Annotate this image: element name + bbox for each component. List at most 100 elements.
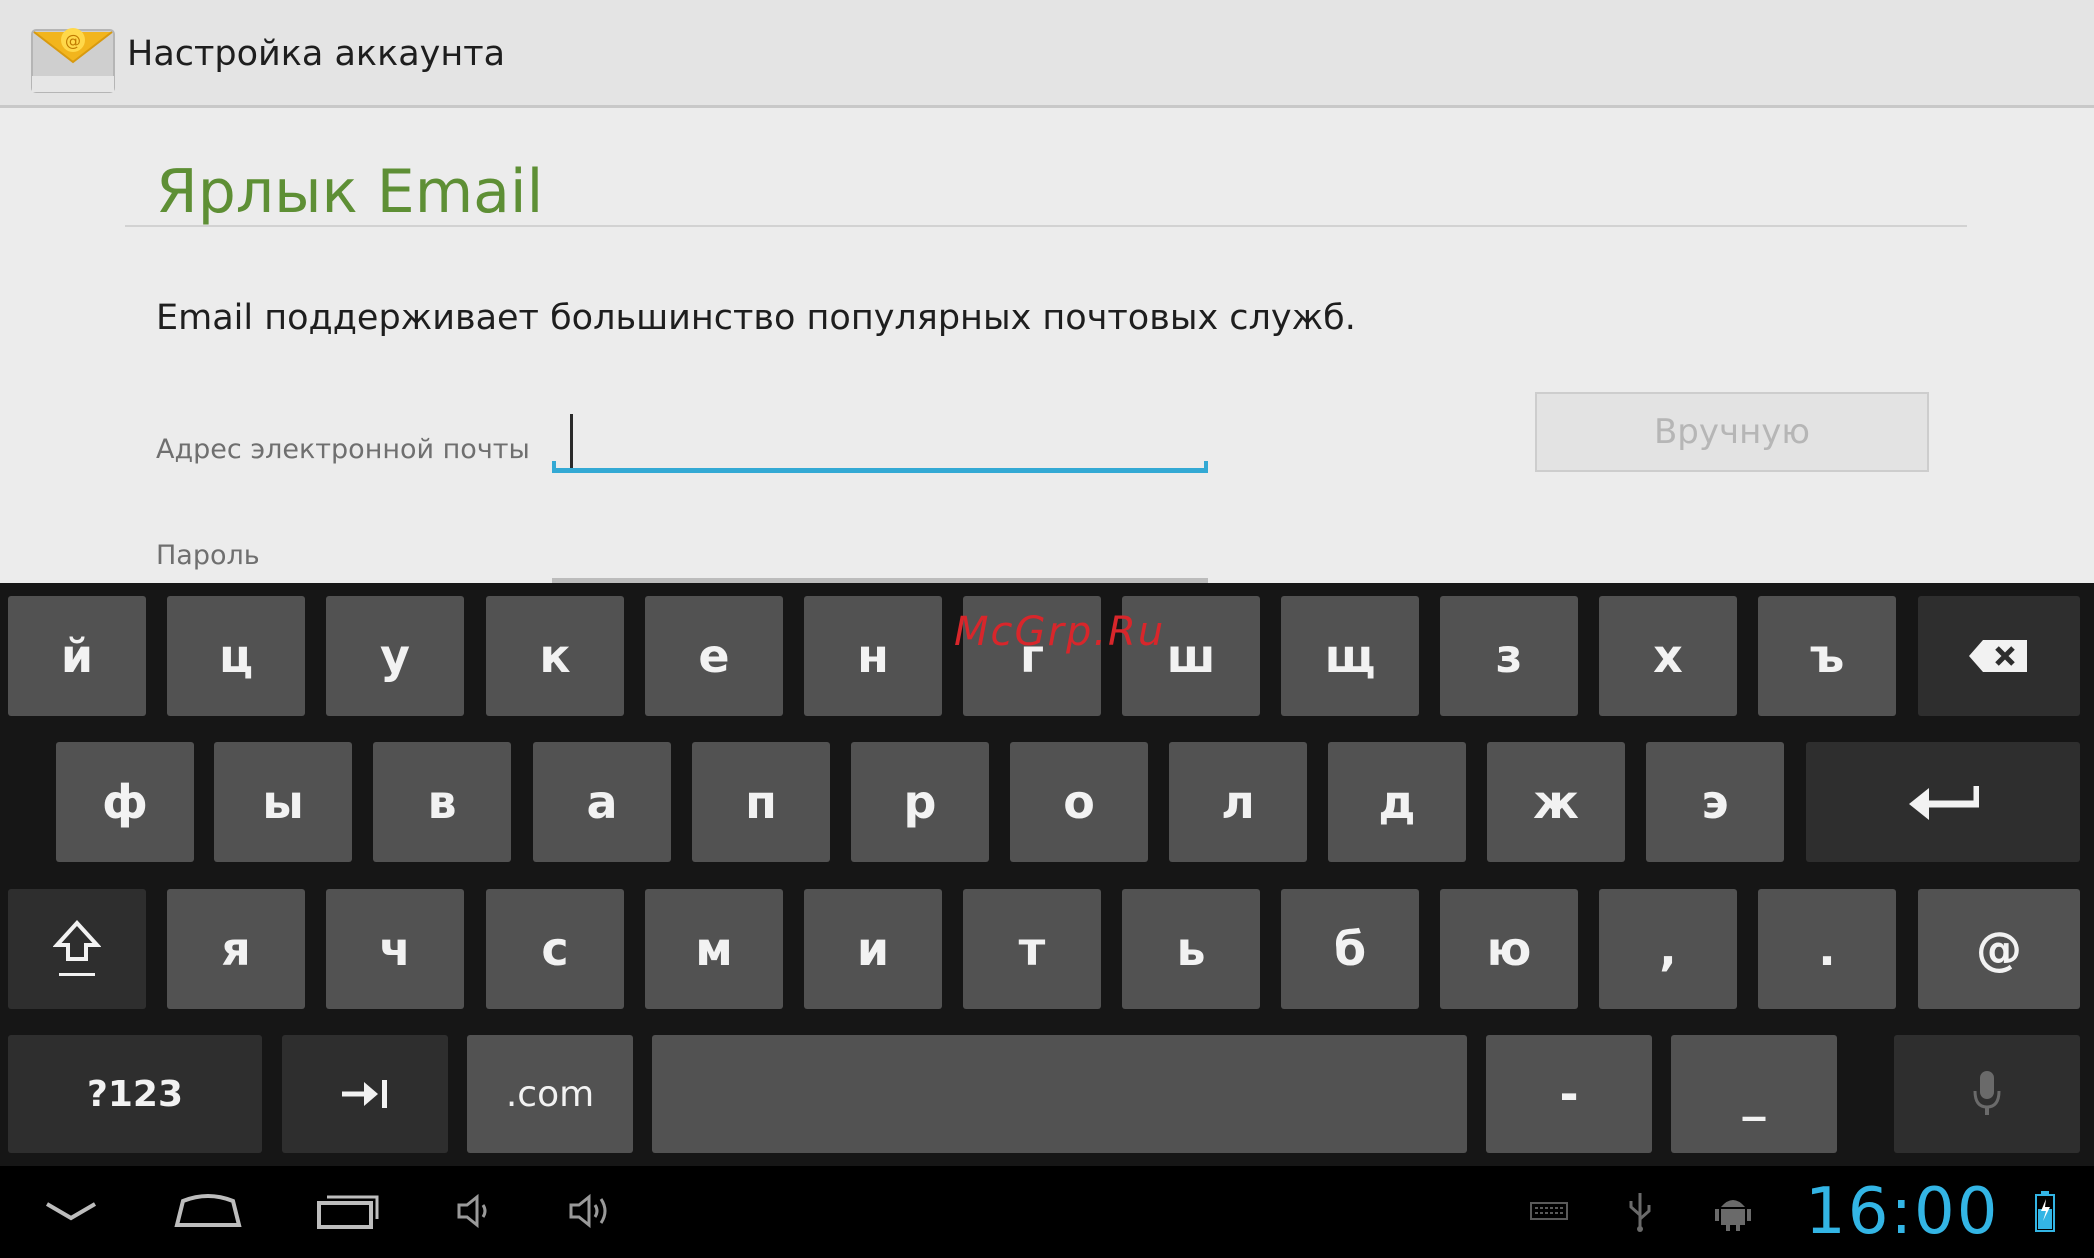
key-label: л	[1221, 775, 1255, 829]
watermark: McGrp.Ru	[954, 609, 1166, 655]
key-а[interactable]: а	[533, 742, 671, 862]
system-navigation-bar: 16:00	[0, 1166, 2094, 1258]
backspace-icon	[1969, 640, 2027, 672]
microphone-icon	[1973, 1071, 2001, 1115]
key-м[interactable]: м	[645, 889, 783, 1009]
key-е[interactable]: е	[645, 596, 783, 716]
key-ч[interactable]: ч	[326, 889, 464, 1009]
key-label: м	[695, 922, 733, 976]
battery-status	[2030, 1180, 2060, 1242]
key-label: э	[1701, 775, 1729, 829]
key-й[interactable]: й	[8, 596, 146, 716]
key-д[interactable]: д	[1328, 742, 1466, 862]
key-label: я	[221, 922, 251, 976]
voice-input-key[interactable]	[1894, 1035, 2080, 1153]
key-label: ,	[1659, 922, 1677, 976]
key-п[interactable]: п	[692, 742, 830, 862]
key-к[interactable]: к	[486, 596, 624, 716]
key-ж[interactable]: ж	[1487, 742, 1625, 862]
key-р[interactable]: р	[851, 742, 989, 862]
description-text: Email поддерживает большинство популярны…	[156, 298, 1356, 338]
key-label: в	[427, 775, 457, 829]
key-label: х	[1653, 629, 1683, 683]
keyboard-icon	[1530, 1202, 1568, 1220]
shift-key[interactable]	[8, 889, 146, 1009]
status-clock: 16:00	[1805, 1175, 2000, 1249]
key-ю[interactable]: ю	[1440, 889, 1578, 1009]
email-setup-screen: @ Настройка аккаунта Ярлык Email Email п…	[0, 0, 2094, 1258]
battery-icon	[2035, 1191, 2055, 1232]
key-б[interactable]: б	[1281, 889, 1419, 1009]
key-label: о	[1063, 775, 1095, 829]
key-comma[interactable]: ,	[1599, 889, 1737, 1009]
key-щ[interactable]: щ	[1281, 596, 1419, 716]
svg-text:@: @	[65, 31, 81, 50]
title-divider	[125, 225, 1967, 227]
key-label: е	[698, 629, 730, 683]
key-label: б	[1333, 922, 1367, 976]
key-ы[interactable]: ы	[214, 742, 352, 862]
key-ф[interactable]: ф	[56, 742, 194, 862]
key-х[interactable]: х	[1599, 596, 1737, 716]
email-envelope-icon: @	[31, 28, 115, 93]
hide-keyboard-button[interactable]	[36, 1180, 106, 1242]
text-caret	[570, 414, 573, 468]
key-underscore[interactable]: _	[1671, 1035, 1837, 1153]
space-key[interactable]	[652, 1035, 1467, 1153]
key-о[interactable]: о	[1010, 742, 1148, 862]
recent-apps-button[interactable]	[312, 1180, 384, 1242]
key-с[interactable]: с	[486, 889, 624, 1009]
volume-up-button[interactable]	[562, 1180, 622, 1242]
key-у[interactable]: у	[326, 596, 464, 716]
usb-status	[1620, 1180, 1660, 1242]
key-label: ы	[262, 775, 304, 829]
key-я[interactable]: я	[167, 889, 305, 1009]
key-ь[interactable]: ь	[1122, 889, 1260, 1009]
key-э[interactable]: э	[1646, 742, 1784, 862]
key-label: ф	[102, 775, 148, 829]
key-ц[interactable]: ц	[167, 596, 305, 716]
key-period[interactable]: .	[1758, 889, 1896, 1009]
home-button[interactable]	[170, 1180, 246, 1242]
key-label: д	[1378, 775, 1416, 829]
key-и[interactable]: и	[804, 889, 942, 1009]
key-label: .com	[505, 1073, 595, 1115]
key-label: к	[539, 629, 571, 683]
app-title: Настройка аккаунта	[127, 34, 506, 74]
symbols-key[interactable]: ?123	[8, 1035, 262, 1153]
key-в[interactable]: в	[373, 742, 511, 862]
email-label: Адрес электронной почты	[156, 434, 530, 465]
backspace-key[interactable]	[1918, 596, 2080, 716]
key-з[interactable]: з	[1440, 596, 1578, 716]
key-н[interactable]: н	[804, 596, 942, 716]
android-debug-icon	[1715, 1200, 1751, 1231]
email-input-underline	[552, 461, 1208, 473]
key-label: т	[1018, 922, 1046, 976]
key-label: и	[856, 922, 890, 976]
key-label: ?123	[86, 1073, 184, 1115]
key-label: п	[745, 775, 777, 829]
key-label: @	[1976, 922, 2022, 976]
key-т[interactable]: т	[963, 889, 1101, 1009]
key-label: а	[586, 775, 618, 829]
dotcom-key[interactable]: .com	[467, 1035, 633, 1153]
key-label: ю	[1486, 922, 1532, 976]
home-icon	[174, 1194, 242, 1227]
key-at[interactable]: @	[1918, 889, 2080, 1009]
volume-down-icon	[457, 1193, 487, 1229]
key-dash[interactable]: -	[1486, 1035, 1652, 1153]
key-label: ъ	[1809, 629, 1845, 683]
key-label: н	[857, 629, 889, 683]
enter-key[interactable]	[1806, 742, 2080, 862]
volume-down-button[interactable]	[450, 1180, 500, 1242]
tab-icon	[342, 1080, 387, 1108]
key-label: ш	[1166, 629, 1216, 683]
key-label: ч	[379, 922, 411, 976]
manual-setup-button[interactable]: Вручную	[1535, 392, 1929, 472]
key-label: з	[1495, 629, 1523, 683]
key-ъ[interactable]: ъ	[1758, 596, 1896, 716]
action-bar: @ Настройка аккаунта	[0, 0, 2094, 108]
key-label: .	[1818, 922, 1836, 976]
tab-key[interactable]	[282, 1035, 448, 1153]
key-л[interactable]: л	[1169, 742, 1307, 862]
